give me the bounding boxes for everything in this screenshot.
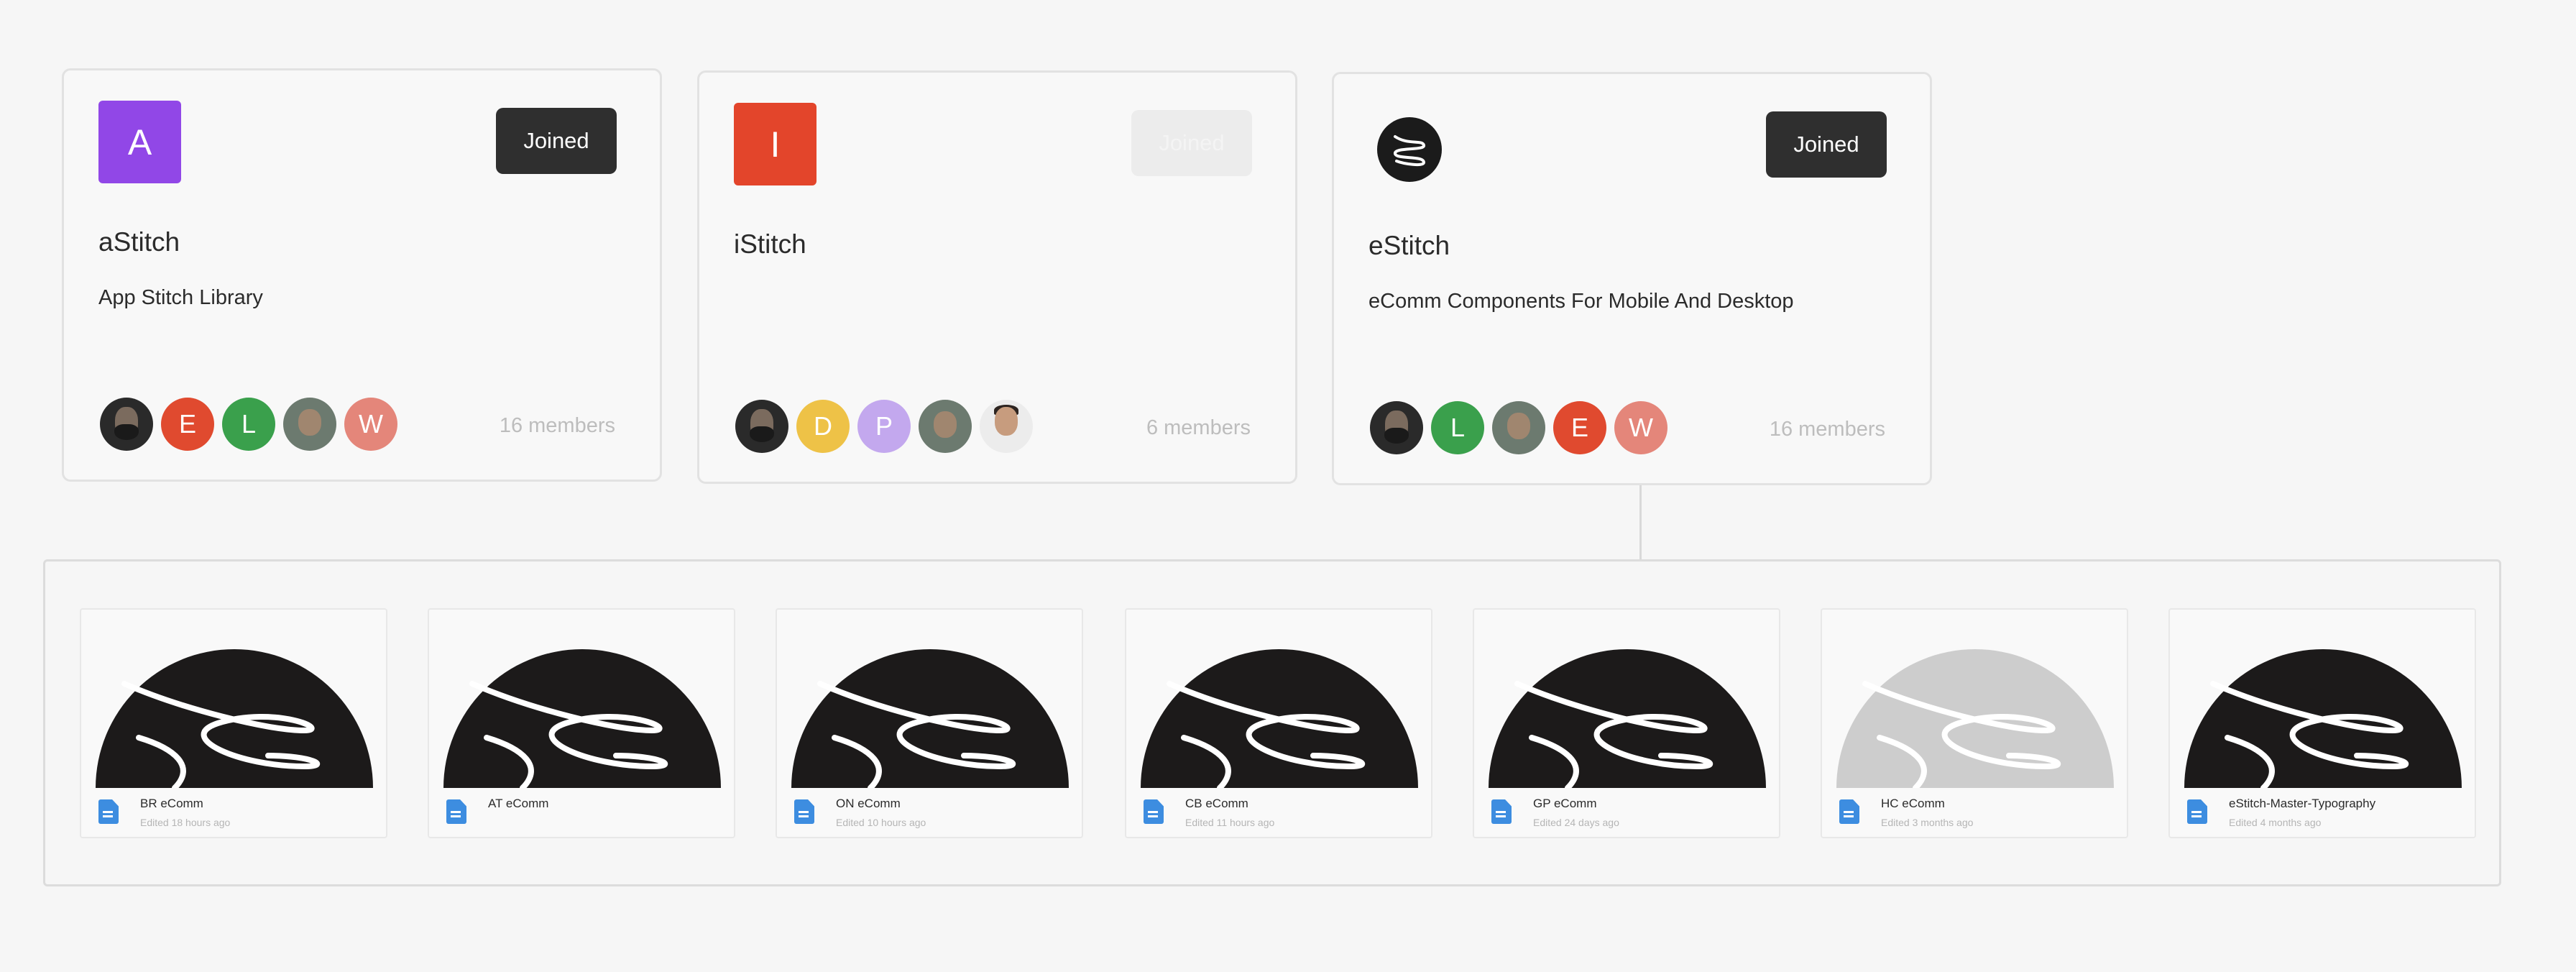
team-card-astitch[interactable]: A Joined aStitch App Stitch Library ELW …: [62, 68, 662, 482]
avatar-initial: P: [875, 411, 893, 441]
file-thumbnail: [1141, 623, 1418, 788]
file-meta: CB eComm Edited 11 hours ago: [1144, 795, 1424, 835]
file-meta: AT eComm: [446, 795, 727, 835]
member-avatars[interactable]: LEW: [1370, 401, 1668, 456]
file-thumbnail: [1489, 623, 1766, 788]
avatar-initial: D: [814, 411, 832, 441]
team-logo: I: [734, 103, 816, 185]
file-thumbnail-graphic: [443, 649, 721, 788]
avatar-initial: L: [241, 409, 257, 439]
team-description: eComm Components For Mobile And Desktop: [1368, 290, 1794, 313]
member-avatars[interactable]: ELW: [100, 398, 397, 452]
member-avatar-photo[interactable]: [100, 398, 153, 451]
member-avatar[interactable]: P: [857, 400, 911, 453]
member-avatar[interactable]: E: [1553, 401, 1606, 454]
team-logo-letter: I: [770, 124, 781, 165]
member-avatar[interactable]: D: [796, 400, 850, 453]
member-avatars[interactable]: DP: [735, 400, 1033, 454]
avatar-initial: E: [178, 409, 196, 439]
joined-button[interactable]: Joined: [496, 108, 617, 174]
member-count: 16 members: [499, 414, 615, 437]
file-name: BR eComm: [140, 797, 203, 810]
member-avatar-photo[interactable]: [980, 400, 1033, 453]
file-meta: BR eComm Edited 18 hours ago: [98, 795, 379, 835]
member-avatar[interactable]: W: [1614, 401, 1668, 454]
file-thumbnail-graphic: [791, 649, 1069, 788]
team-files-panel: BR eComm Edited 18 hours ago AT eComm ON eC…: [43, 559, 2501, 886]
member-avatar[interactable]: W: [344, 398, 397, 451]
file-name: GP eComm: [1533, 797, 1597, 810]
file-edited-time: Edited 18 hours ago: [140, 817, 231, 828]
document-icon: [1839, 799, 1859, 824]
member-avatar-photo[interactable]: [919, 400, 972, 453]
file-thumbnail-graphic: [96, 649, 373, 788]
estitch-swirl-icon: [1377, 117, 1442, 182]
file-meta: GP eComm Edited 24 days ago: [1491, 795, 1772, 835]
file-card[interactable]: CB eComm Edited 11 hours ago: [1125, 608, 1432, 838]
file-thumbnail: [2184, 623, 2462, 788]
document-icon: [2187, 799, 2207, 824]
file-edited-time: Edited 24 days ago: [1533, 817, 1619, 828]
document-icon: [98, 799, 119, 824]
document-icon: [1491, 799, 1512, 824]
file-thumbnail-graphic: [1836, 649, 2114, 788]
connector-line: [1639, 485, 1642, 561]
avatar-initial: E: [1570, 413, 1588, 442]
member-avatar-photo[interactable]: [1370, 401, 1423, 454]
avatar-initial: L: [1450, 413, 1466, 442]
estitch-swirl-icon-graphic: [1394, 135, 1426, 167]
document-icon: [1144, 799, 1164, 824]
file-name: CB eComm: [1185, 797, 1248, 810]
member-avatar[interactable]: E: [161, 398, 214, 451]
file-card[interactable]: eStitch-Master-Typography Edited 4 months…: [2168, 608, 2476, 838]
file-name: ON eComm: [836, 797, 901, 810]
file-thumbnail: [1836, 623, 2114, 788]
team-name: eStitch: [1368, 231, 1450, 260]
member-avatar-photo[interactable]: [1492, 401, 1545, 454]
member-avatar[interactable]: L: [1431, 401, 1484, 454]
team-name: aStitch: [98, 227, 180, 257]
file-card[interactable]: ON eComm Edited 10 hours ago: [776, 608, 1083, 838]
team-logo: A: [98, 101, 181, 183]
team-card-istitch[interactable]: I Joined iStitch DP 6 members: [697, 70, 1297, 484]
team-logo-letter: A: [127, 122, 152, 162]
member-avatar-photo[interactable]: [735, 400, 788, 453]
member-avatar-photo[interactable]: [283, 398, 336, 451]
file-card[interactable]: BR eComm Edited 18 hours ago: [80, 608, 387, 838]
file-thumbnail: [443, 623, 721, 788]
file-thumbnail-graphic: [1489, 649, 1766, 788]
file-meta: eStitch-Master-Typography Edited 4 months…: [2187, 795, 2467, 835]
file-edited-time: Edited 4 months ago: [2229, 817, 2322, 828]
file-card[interactable]: HC eComm Edited 3 months ago: [1821, 608, 2128, 838]
joined-button[interactable]: Joined: [1131, 110, 1252, 176]
file-name: AT eComm: [488, 797, 549, 810]
file-edited-time: Edited 11 hours ago: [1185, 817, 1275, 828]
file-edited-time: Edited 3 months ago: [1881, 817, 1974, 828]
team-description: App Stitch Library: [98, 286, 263, 309]
file-name: HC eComm: [1881, 797, 1945, 810]
file-card[interactable]: AT eComm: [428, 608, 735, 838]
file-card[interactable]: GP eComm Edited 24 days ago: [1473, 608, 1780, 838]
file-name: eStitch-Master-Typography: [2229, 797, 2376, 810]
team-name: iStitch: [734, 229, 806, 259]
file-meta: ON eComm Edited 10 hours ago: [794, 795, 1075, 835]
member-avatar[interactable]: L: [222, 398, 275, 451]
file-thumbnail-graphic: [2184, 649, 2462, 788]
team-card-estitch[interactable]: Joined eStitch eComm Components For Mobi…: [1332, 72, 1932, 485]
member-count: 6 members: [1146, 416, 1251, 439]
document-icon: [794, 799, 814, 824]
file-thumbnail-graphic: [1141, 649, 1418, 788]
member-count: 16 members: [1769, 418, 1885, 441]
file-edited-time: Edited 10 hours ago: [836, 817, 926, 828]
document-icon: [446, 799, 466, 824]
avatar-initial: W: [359, 409, 383, 439]
file-meta: HC eComm Edited 3 months ago: [1839, 795, 2120, 835]
avatar-initial: W: [1629, 413, 1653, 442]
file-thumbnail: [791, 623, 1069, 788]
file-thumbnail: [96, 623, 373, 788]
joined-button[interactable]: Joined: [1766, 111, 1887, 178]
